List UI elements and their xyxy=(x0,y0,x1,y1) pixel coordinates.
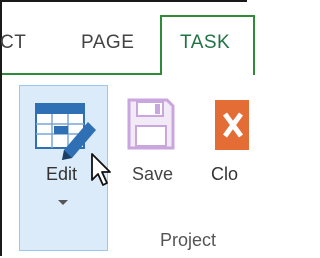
save-disk-icon[interactable] xyxy=(127,98,175,150)
ribbon-tab-strip: CT PAGE TASK xyxy=(0,2,255,75)
tab-page[interactable]: PAGE xyxy=(81,32,134,54)
ribbon-group-label: Project xyxy=(160,230,217,250)
save-button-label[interactable]: Save xyxy=(132,164,173,185)
edit-button-label: Edit xyxy=(46,164,78,184)
close-icon[interactable] xyxy=(215,100,249,150)
ribbon-window: CT PAGE TASK Edit Save Clo Project xyxy=(0,0,255,258)
dropdown-arrow-icon[interactable] xyxy=(58,200,68,205)
edit-table-icon xyxy=(35,103,96,160)
mouse-pointer-icon xyxy=(91,153,111,186)
tab-task[interactable]: TASK xyxy=(160,15,255,75)
tab-project-partial[interactable]: CT xyxy=(0,32,26,54)
tab-task-label: TASK xyxy=(180,32,231,53)
close-button-label[interactable]: Clo xyxy=(211,164,238,185)
